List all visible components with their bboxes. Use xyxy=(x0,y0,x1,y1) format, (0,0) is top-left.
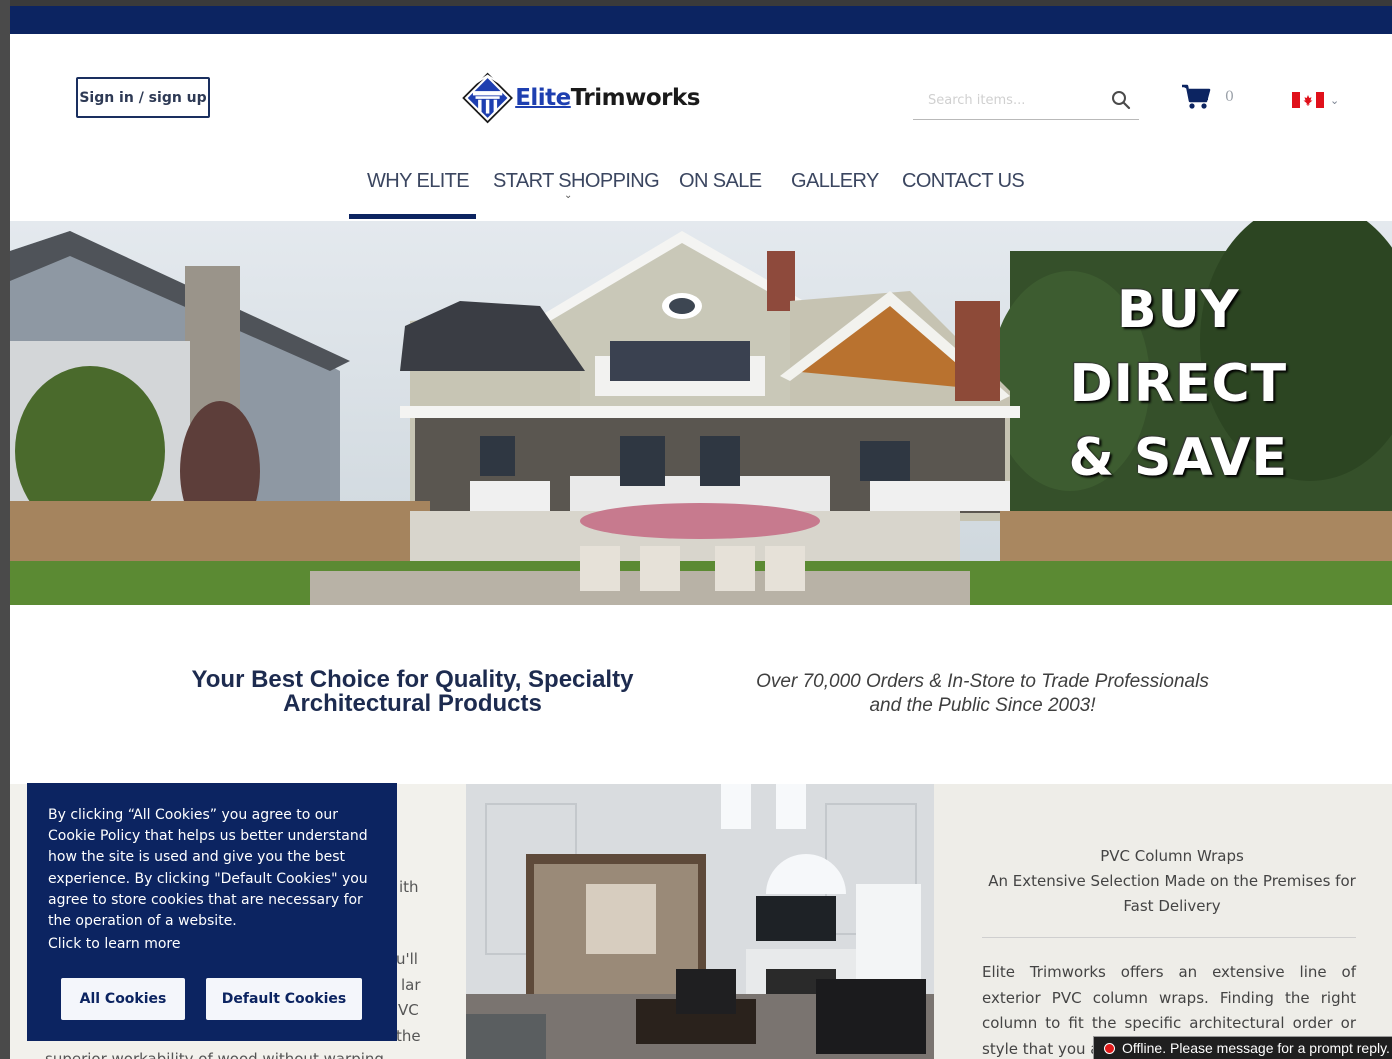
tagline-subtext: Over 70,000 Orders & In-Store to Trade P… xyxy=(756,671,1209,716)
section-title: PVC Column Wraps An Extensive Selection … xyxy=(988,847,1356,915)
nav-on-sale[interactable]: ON SALE xyxy=(679,170,762,193)
nav-active-indicator xyxy=(349,214,476,219)
default-cookies-button[interactable]: Default Cookies xyxy=(206,978,362,1020)
all-cookies-button[interactable]: All Cookies xyxy=(61,978,185,1020)
main-nav: WHY ELITE START SHOPPING ⌄ ON SALE GALLE… xyxy=(10,160,1392,220)
search-bar xyxy=(913,82,1139,120)
nav-start-shopping[interactable]: START SHOPPING xyxy=(493,170,660,193)
column-logo-icon xyxy=(462,72,513,124)
hero-banner[interactable]: BUY DIRECT & SAVE xyxy=(10,221,1392,605)
cart-count: 0 xyxy=(1225,89,1234,105)
page-frame: Sign in / sign up EliteTrimworks Search … xyxy=(10,0,1392,1059)
search-input[interactable] xyxy=(913,93,1093,108)
nav-contact-us[interactable]: CONTACT US xyxy=(902,170,1025,193)
hero-headline: BUY DIRECT & SAVE xyxy=(1068,280,1288,488)
chat-status-text: Offline. Please message for a prompt rep… xyxy=(1122,1040,1390,1056)
cookie-text: By clicking “All Cookies” you agree to o… xyxy=(48,807,368,930)
nav-why-elite[interactable]: WHY ELITE xyxy=(367,170,470,193)
logo-wordmark: EliteTrimworks xyxy=(515,85,700,111)
country-selector[interactable]: ⌄ xyxy=(1292,92,1339,108)
chevron-down-icon: ⌄ xyxy=(564,190,573,201)
tagline-heading: Your Best Choice for Quality, Specialty … xyxy=(191,666,634,717)
shopping-cart-icon xyxy=(1182,84,1211,109)
living-room-image xyxy=(466,784,934,1059)
pvc-column-wraps-section: PVC Column Wraps An Extensive Selection … xyxy=(934,784,1392,1059)
chevron-down-icon: ⌄ xyxy=(1330,93,1340,107)
section-divider xyxy=(982,937,1356,938)
top-announcement-bar xyxy=(10,6,1392,34)
cookie-learn-more-link[interactable]: Click to learn more xyxy=(48,933,377,955)
elite-trimworks-logo[interactable]: EliteTrimworks xyxy=(460,66,701,130)
offline-status-icon xyxy=(1104,1042,1115,1054)
sign-in-button[interactable]: Sign in / sign up xyxy=(76,77,210,118)
offline-chat-widget[interactable]: Offline. Please message for a prompt rep… xyxy=(1093,1036,1392,1059)
search-icon[interactable] xyxy=(1111,90,1131,110)
cookie-consent-banner: By clicking “All Cookies” you agree to o… xyxy=(27,783,397,1041)
interior-room-photo[interactable] xyxy=(466,784,934,1059)
nav-gallery[interactable]: GALLERY xyxy=(791,170,879,193)
cart-button[interactable]: 0 xyxy=(1181,84,1234,110)
canada-flag-icon xyxy=(1292,92,1324,108)
